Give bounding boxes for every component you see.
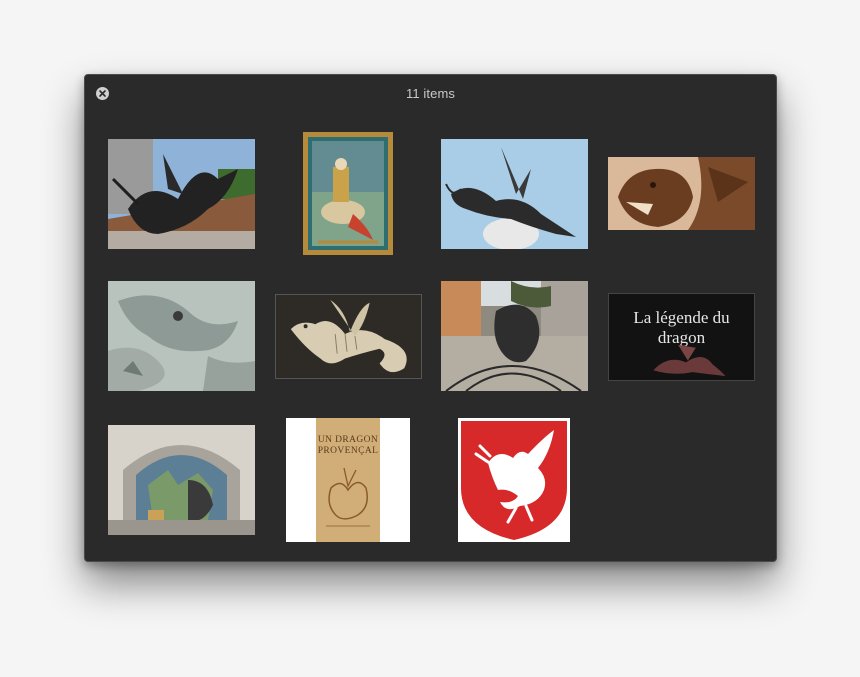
- thumbnail-dragon-relief-wall[interactable]: [108, 281, 255, 391]
- thumbnail-manuscript-saint-george[interactable]: [303, 132, 393, 255]
- thumbnail-dragon-sculpture-rooftop[interactable]: [108, 139, 255, 249]
- thumbnail-legende-du-dragon[interactable]: La légende du dragon: [608, 293, 755, 381]
- thumbnail-dragon-engraving[interactable]: [275, 294, 422, 379]
- book-title-line-2: PROVENÇAL: [317, 446, 379, 456]
- thumbnail-book-cover-un-dragon-provencal[interactable]: UN DRAGON PROVENÇAL: [286, 418, 410, 542]
- thumbnail-dragon-coat-of-arms[interactable]: [458, 418, 570, 542]
- window-title: 11 items: [406, 86, 455, 101]
- thumbnail-dragon-stained-glass-chapel[interactable]: [108, 425, 255, 535]
- thumbnail-dragon-sculpture-square[interactable]: [441, 281, 588, 391]
- title-bar: 11 items: [85, 75, 776, 111]
- quick-look-window: 11 items La légende du dragon UN DRAGON …: [84, 74, 777, 562]
- thumbnail-dragon-weathervane[interactable]: [441, 139, 588, 249]
- thumbnail-dragon-head-carving[interactable]: [608, 157, 755, 230]
- book-title-line-1: UN DRAGON: [317, 435, 379, 445]
